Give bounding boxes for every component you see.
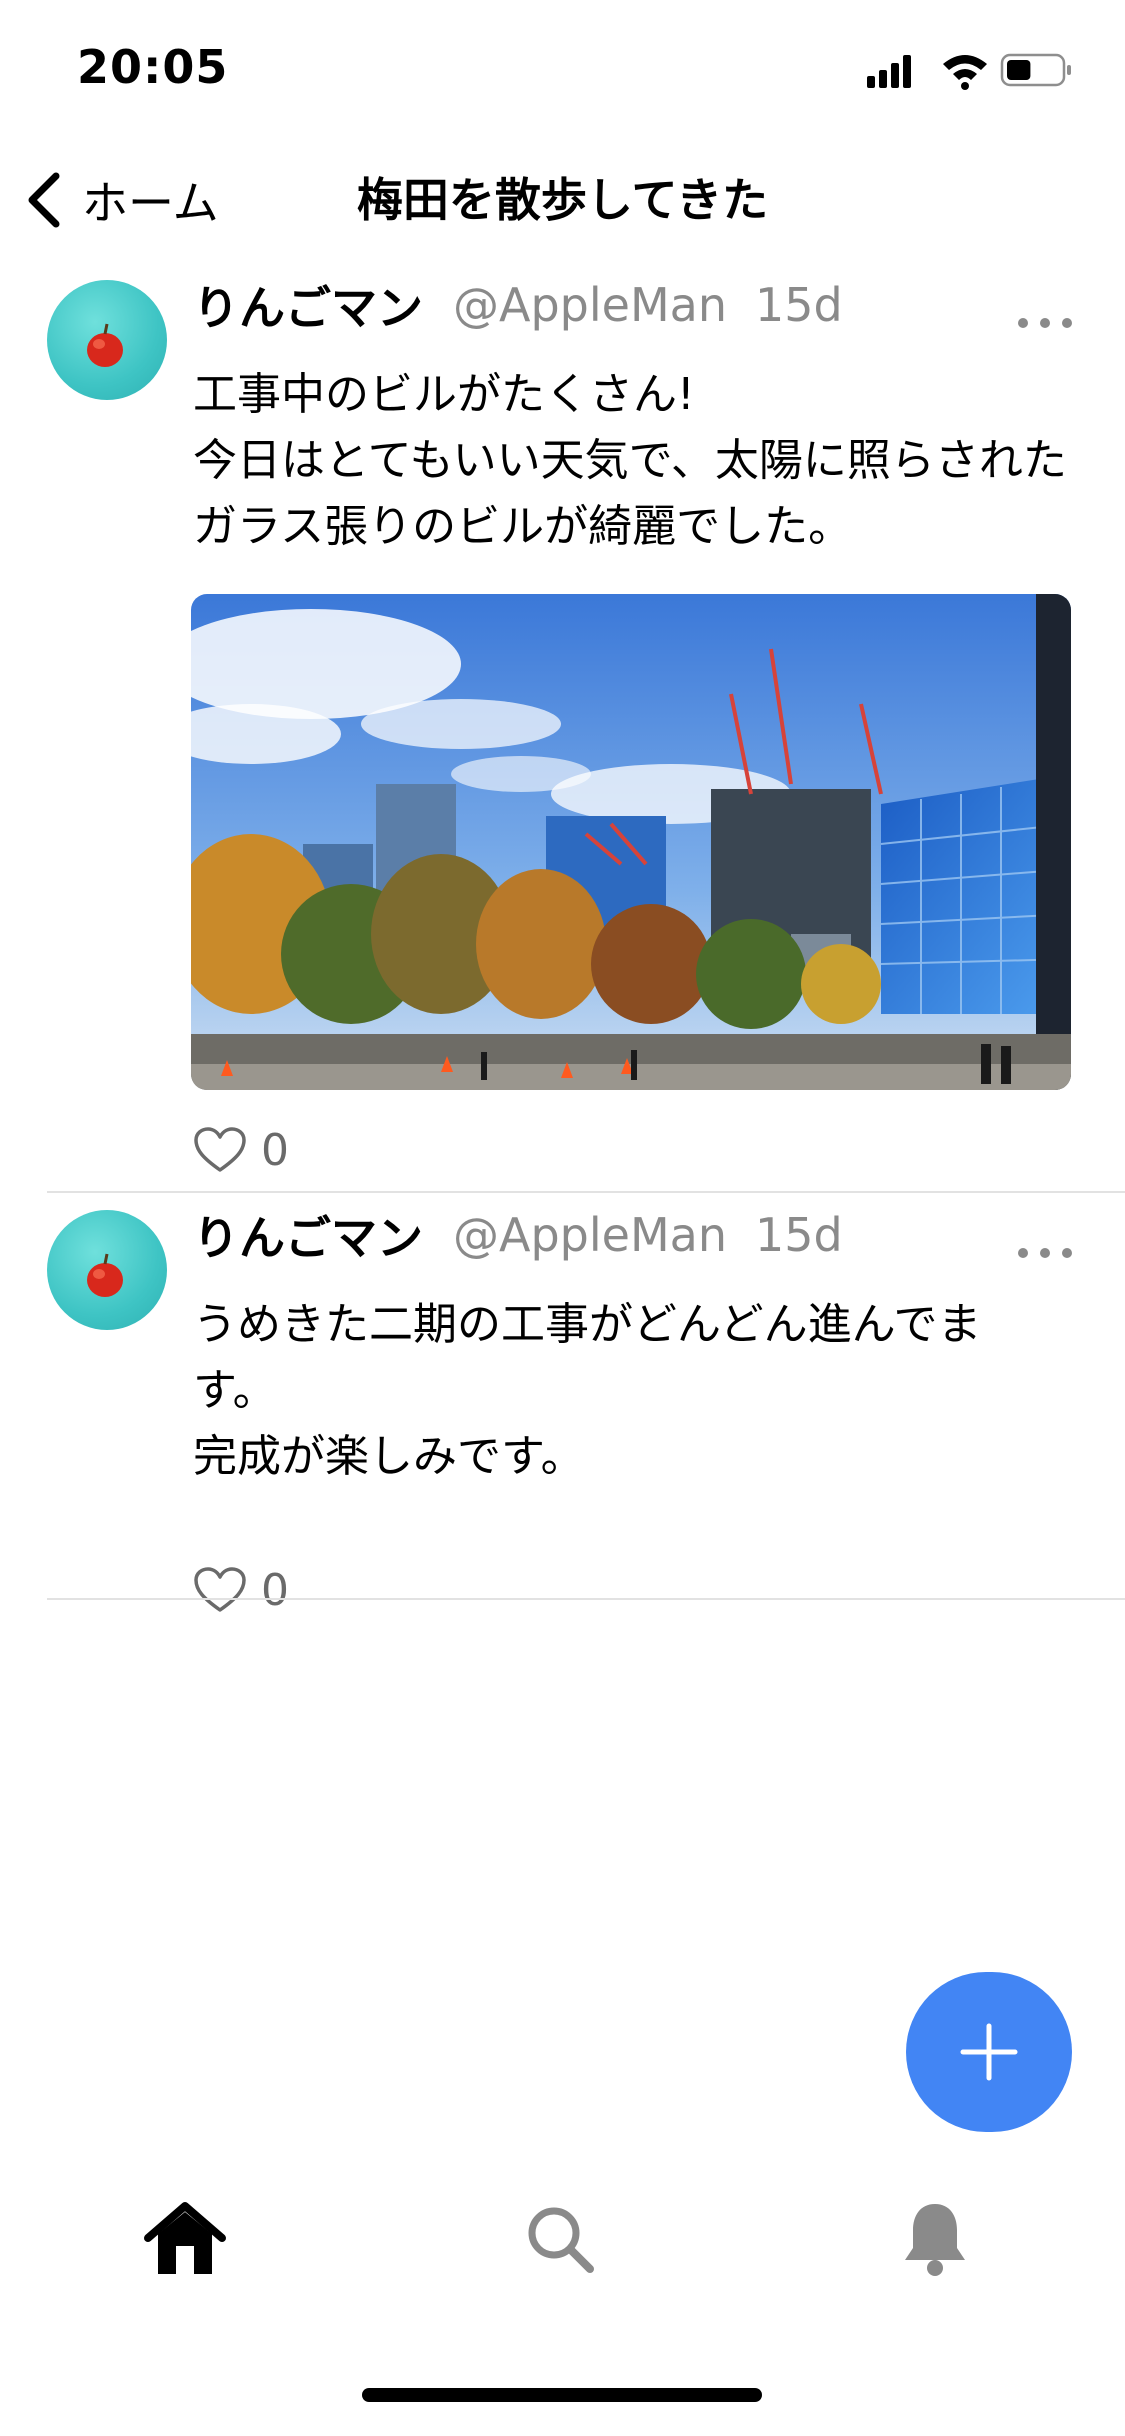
status-icons xyxy=(867,53,1071,90)
avatar[interactable] xyxy=(47,1210,167,1330)
post-age: 15d xyxy=(754,278,843,332)
user-name[interactable]: りんごマン xyxy=(193,272,423,338)
compose-button[interactable] xyxy=(906,1972,1072,2132)
apple-icon xyxy=(87,323,123,367)
user-handle[interactable]: @AppleMan xyxy=(453,1208,727,1262)
post-header: りんごマン @AppleMan 15d xyxy=(193,1200,843,1270)
wifi-icon xyxy=(943,55,987,90)
heart-outline-icon xyxy=(194,1567,246,1612)
plus-icon xyxy=(960,2023,1018,2081)
more-horizontal-icon[interactable] xyxy=(1015,1243,1075,1263)
battery-icon xyxy=(1000,53,1071,87)
like-button[interactable]: 0 xyxy=(193,1560,289,1620)
city-photo xyxy=(191,594,1071,1090)
bell-icon xyxy=(905,2204,965,2276)
tab-notifications[interactable] xyxy=(885,2194,985,2284)
apple-icon xyxy=(87,1253,123,1297)
post-text: 工事中のビルがたくさん! 今日はとてもいい天気で、太陽に照らされたガラス張りのビ… xyxy=(193,369,1067,552)
more-horizontal-icon[interactable] xyxy=(1015,313,1075,333)
tab-search[interactable] xyxy=(510,2194,610,2284)
post-divider xyxy=(47,1598,1125,1600)
status-time: 20:05 xyxy=(77,40,229,94)
post-age: 15d xyxy=(754,1208,843,1262)
search-icon xyxy=(528,2207,594,2273)
post-image[interactable] xyxy=(191,594,1071,1090)
tab-home[interactable] xyxy=(135,2194,235,2284)
like-count: 0 xyxy=(261,1564,289,1616)
cellular-signal-icon xyxy=(867,55,911,88)
user-handle[interactable]: @AppleMan xyxy=(453,278,727,332)
post-divider xyxy=(47,1191,1125,1193)
heart-outline-icon xyxy=(194,1127,246,1172)
like-button[interactable]: 0 xyxy=(193,1120,289,1180)
avatar[interactable] xyxy=(47,280,167,400)
home-indicator xyxy=(362,2388,762,2402)
like-count: 0 xyxy=(261,1124,289,1176)
user-name[interactable]: りんごマン xyxy=(193,1202,423,1268)
page-title: 梅田を散歩してきた xyxy=(356,173,769,227)
post-text: うめきた二期の工事がどんどん進んでます。 完成が楽しみです。 xyxy=(193,1299,982,1482)
home-icon xyxy=(144,2202,226,2274)
post-header: りんごマン @AppleMan 15d xyxy=(193,270,843,340)
